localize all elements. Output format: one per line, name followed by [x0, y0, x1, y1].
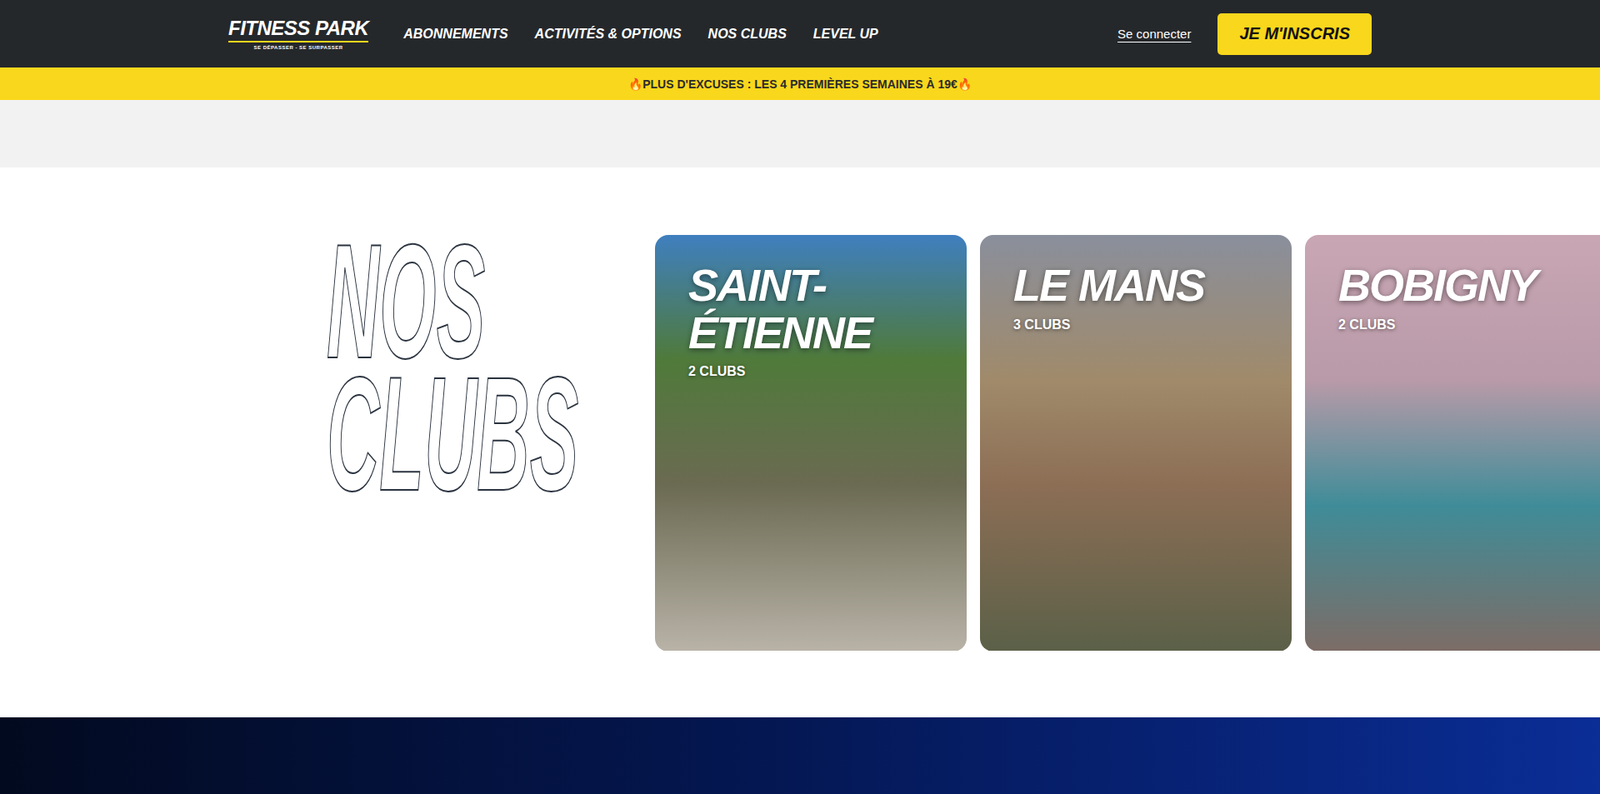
city-name: SAINT-ÉTIENNE — [688, 261, 934, 356]
nav-link[interactable]: LEVEL UP — [813, 26, 879, 42]
city-count: 2 CLUBS — [688, 364, 934, 380]
blue-section — [0, 717, 1600, 794]
logo-text: FITNESS PARK — [228, 18, 369, 43]
title-line: CLUBS — [326, 367, 475, 500]
nav-link[interactable]: ABONNEMENTS — [403, 26, 508, 42]
nav-link[interactable]: NOS CLUBS — [708, 26, 787, 42]
city-count: 3 CLUBS — [1013, 317, 1259, 333]
promo-banner[interactable]: 🔥PLUS D'EXCUSES : LES 4 PREMIÈRES SEMAIN… — [0, 67, 1600, 100]
clubs-section: NOSCLUBS SAINT-ÉTIENNE 2 CLUBS LE MANS 3 CLU… — [0, 167, 1600, 718]
logo[interactable]: FITNESS PARK SE DÉPASSER - SE SURPASSER — [228, 18, 369, 50]
login-link[interactable]: Se connecter — [1117, 26, 1191, 41]
nav-link[interactable]: ACTIVITÉS & OPTIONS — [535, 26, 682, 42]
logo-tagline: SE DÉPASSER - SE SURPASSER — [254, 45, 344, 50]
section-title: NOSCLUBS — [326, 235, 655, 651]
grey-band — [0, 100, 1600, 168]
city-name: BOBIGNY — [1338, 261, 1584, 310]
city-count: 2 CLUBS — [1338, 317, 1584, 333]
main-nav: ABONNEMENTS ACTIVITÉS & OPTIONS NOS CLUBS L… — [403, 26, 1118, 42]
city-carousel[interactable]: SAINT-ÉTIENNE 2 CLUBS LE MANS 3 CLUBS BOBIGN… — [655, 235, 1600, 651]
page: FITNESS PARK SE DÉPASSER - SE SURPASSER AB… — [0, 0, 1600, 794]
city-name: LE MANS — [1013, 261, 1259, 310]
signup-button[interactable]: JE M'INSCRIS — [1217, 13, 1372, 55]
title-line: NOS — [326, 235, 475, 368]
city-card[interactable]: LE MANS 3 CLUBS — [980, 235, 1292, 651]
city-card[interactable]: BOBIGNY 2 CLUBS — [1305, 235, 1600, 651]
top-bar: FITNESS PARK SE DÉPASSER - SE SURPASSER AB… — [0, 0, 1600, 68]
city-card[interactable]: SAINT-ÉTIENNE 2 CLUBS — [655, 235, 967, 651]
